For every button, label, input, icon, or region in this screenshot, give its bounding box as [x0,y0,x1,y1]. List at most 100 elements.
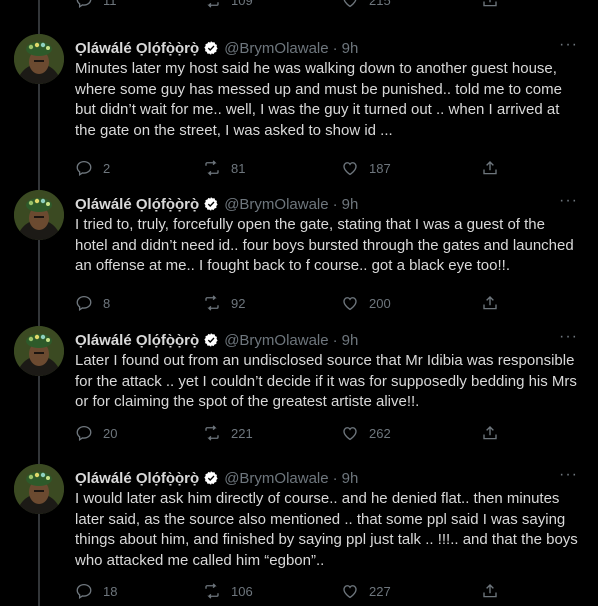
reply-button[interactable]: 18 [75,582,117,600]
timestamp[interactable]: 9h [342,332,359,349]
tweet-text: I tried to, truly, forcefully open the g… [75,216,574,274]
reply-icon [76,0,92,9]
reply-button[interactable]: 2 [75,159,110,177]
timestamp[interactable]: 9h [342,470,359,487]
previous-tweet-actions: 11 109 215 [75,0,505,9]
share-icon [483,161,497,175]
avatar-image [14,34,64,84]
reply-count: 2 [103,160,111,176]
handle[interactable]: @BrymOlawale [224,40,328,57]
heart-icon [343,427,357,441]
reply-icon [76,160,92,177]
share-icon [483,584,497,598]
like-button[interactable]: 215 [341,0,391,9]
tweet-text: Minutes later my host said he was walkin… [75,60,562,139]
share-icon [483,0,497,7]
like-count: 200 [369,295,391,311]
thread-line [38,0,40,34]
tweet-actions: 20 221 262 [75,423,505,443]
timestamp[interactable]: 9h [342,196,359,213]
reply-count: 18 [103,583,118,599]
tweet-header: Ọláwálé Ọlọ́fọ̀ọ̀rọ̀ @BrymOlawale · 9h ·… [75,329,578,350]
avatar[interactable] [14,326,64,376]
tweet-text: Later I found out from an undisclosed so… [75,352,577,410]
retweet-button[interactable]: 106 [203,582,253,600]
verified-badge-icon [203,40,219,56]
separator-dot: · [332,39,338,57]
tweet-header: Ọláwálé Ọlọ́fọ̀ọ̀rọ̀ @BrymOlawale · 9h ·… [75,37,578,58]
avatar[interactable] [14,464,64,514]
separator-dot: · [332,331,338,349]
thread-line [38,240,40,326]
like-count: 262 [369,425,391,441]
tweet-actions: 18 106 227 [75,581,505,601]
reply-icon [76,425,92,442]
reply-button[interactable]: 11 [75,0,117,9]
heart-icon [343,0,357,8]
handle[interactable]: @BrymOlawale [224,470,328,487]
like-button[interactable]: 200 [341,294,391,312]
verified-badge-icon [203,332,219,348]
more-options-icon[interactable]: ··· [559,193,578,209]
share-button[interactable] [481,424,499,442]
heart-icon [343,297,357,311]
reply-button[interactable]: 20 [75,424,117,442]
retweet-icon [205,295,219,311]
reply-icon [76,583,92,600]
handle[interactable]: @BrymOlawale [224,196,328,213]
more-options-icon[interactable]: ··· [559,37,578,53]
verified-badge-icon [203,196,219,212]
heart-icon [343,162,357,176]
reply-button[interactable]: 8 [75,294,110,312]
tweet-text: I would later ask him directly of course… [75,490,578,569]
retweet-button[interactable]: 221 [203,424,253,442]
like-count: 187 [369,160,391,176]
avatar-image [14,326,64,376]
retweet-icon [207,2,219,8]
tweet-actions: 8 92 200 [75,293,505,313]
reply-count: 8 [103,295,111,311]
thread-line [38,84,40,190]
timestamp[interactable]: 9h [342,40,359,57]
like-button[interactable]: 187 [341,159,391,177]
retweet-count: 109 [231,0,253,8]
like-count: 227 [369,583,391,599]
reply-count: 11 [103,0,117,8]
avatar-image [14,190,64,240]
retweet-button[interactable]: 109 [203,0,253,9]
retweet-count: 106 [231,583,253,599]
avatar[interactable] [14,190,64,240]
more-options-icon[interactable]: ··· [559,329,578,345]
like-button[interactable]: 262 [341,424,391,442]
retweet-count: 92 [231,295,246,311]
retweet-icon [205,583,219,599]
avatar[interactable] [14,34,64,84]
display-name[interactable]: Ọláwálé Ọlọ́fọ̀ọ̀rọ̀ [75,332,199,349]
more-options-icon[interactable]: ··· [559,467,578,483]
retweet-icon [205,160,219,176]
retweet-button[interactable]: 81 [203,159,245,177]
display-name[interactable]: Ọláwálé Ọlọ́fọ̀ọ̀rọ̀ [75,40,199,57]
retweet-count: 221 [231,425,253,441]
verified-badge-icon [203,470,219,486]
retweet-count: 81 [231,160,246,176]
retweet-icon [205,425,219,441]
separator-dot: · [332,195,338,213]
share-button[interactable] [481,294,499,312]
separator-dot: · [332,469,338,487]
reply-count: 20 [103,425,118,441]
display-name[interactable]: Ọláwálé Ọlọ́fọ̀ọ̀rọ̀ [75,470,199,487]
like-button[interactable]: 227 [341,582,391,600]
share-button[interactable] [481,582,499,600]
handle[interactable]: @BrymOlawale [224,332,328,349]
avatar-image [14,464,64,514]
display-name[interactable]: Ọláwálé Ọlọ́fọ̀ọ̀rọ̀ [75,196,199,213]
heart-icon [343,585,357,599]
share-icon [483,296,497,310]
thread-line [38,514,40,606]
tweet-header: Ọláwálé Ọlọ́fọ̀ọ̀rọ̀ @BrymOlawale · 9h ·… [75,193,578,214]
share-button[interactable] [481,159,499,177]
retweet-button[interactable]: 92 [203,294,245,312]
thread-line [38,376,40,464]
share-button[interactable] [481,0,499,9]
